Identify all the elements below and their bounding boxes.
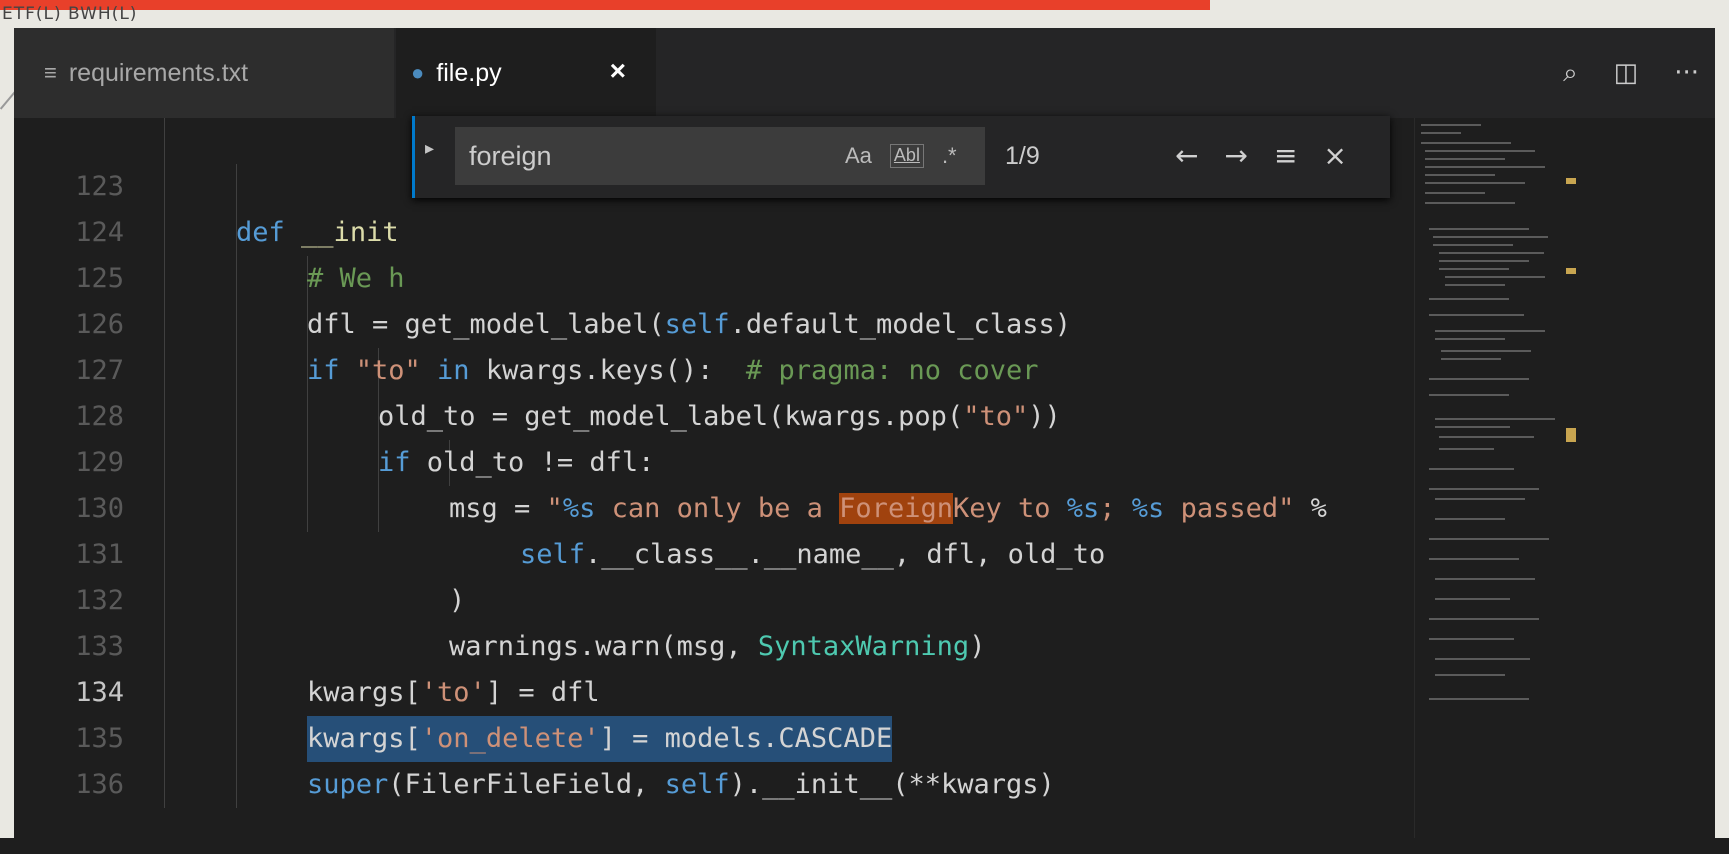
whole-word-toggle[interactable]: Abl	[889, 144, 924, 168]
tab-label: requirements.txt	[68, 58, 249, 87]
tab-requirements[interactable]: ≡ requirements.txt	[14, 28, 394, 118]
open-preview-icon[interactable]: ⌕	[1563, 58, 1578, 89]
red-annotation-line	[0, 0, 1210, 10]
find-options: Aa Abl .*	[845, 127, 957, 185]
match-marker	[1566, 178, 1576, 184]
code-line: 130 self.__class__.__name__, dfl, old_to	[14, 440, 1414, 570]
minimap-line	[1435, 426, 1510, 428]
minimap-line	[1429, 298, 1509, 300]
minimap-line	[1439, 448, 1494, 450]
code-line: 131 )	[14, 486, 1414, 616]
close-find-icon[interactable]: ×	[1323, 127, 1346, 185]
minimap-line	[1429, 228, 1529, 230]
minimap-line	[1429, 638, 1514, 640]
minimap-line	[1421, 124, 1481, 126]
minimap-line	[1439, 268, 1509, 270]
minimap-line	[1425, 182, 1525, 184]
line-number: 136	[75, 769, 124, 800]
code-line: 133 kwargs['to'] = dfl	[14, 578, 1414, 708]
minimap-line	[1435, 578, 1535, 580]
split-editor-icon[interactable]: ◫	[1614, 58, 1639, 88]
minimap-line	[1429, 378, 1529, 380]
minimap-line	[1429, 618, 1539, 620]
previous-match-icon[interactable]: ←	[1175, 127, 1198, 185]
code-line-active: 134 kwargs['on_delete'] = models.CASCADE	[14, 624, 1414, 762]
python-icon: ●	[411, 60, 425, 85]
minimap-line	[1429, 698, 1529, 700]
close-icon[interactable]: ×	[610, 55, 626, 87]
line-text: super(FilerFileField, self).__init__(**k…	[307, 762, 1055, 808]
minimap-line	[1425, 150, 1535, 152]
keyword: self	[664, 769, 730, 800]
tab-bar: ≡ requirements.txt ● file.py × ⌕ ◫ ···	[14, 28, 1715, 118]
code-line: 129 msg = "%s can only be a ForeignKey t…	[14, 394, 1414, 524]
code-line: 132 warnings.warn(msg, SyntaxWarning)	[14, 532, 1414, 662]
minimap-line	[1441, 358, 1501, 360]
match-count: 1/9	[1005, 142, 1040, 170]
left-margin	[0, 28, 19, 838]
keyword: super	[307, 769, 389, 800]
minimap-line	[1439, 436, 1534, 438]
code-line: 135 super(FilerFileField, self).__init__…	[14, 670, 1414, 800]
top-strip-text: ETF(L) BWH(L)	[2, 4, 138, 24]
toggle-replace-icon[interactable]: ▸	[425, 138, 434, 159]
minimap[interactable]	[1414, 118, 1565, 838]
minimap-line	[1435, 658, 1530, 660]
code-line: 126 if "to" in kwargs.keys(): # pragma: …	[14, 256, 1414, 386]
minimap-line	[1429, 314, 1524, 316]
right-margin	[1715, 28, 1729, 838]
minimap-line	[1421, 132, 1461, 134]
tab-label: file.py	[436, 58, 502, 87]
minimap-line	[1435, 518, 1505, 520]
minimap-line	[1435, 330, 1545, 332]
find-in-selection-icon[interactable]: ≡	[1274, 127, 1297, 185]
minimap-line	[1433, 244, 1513, 246]
minimap-line	[1435, 598, 1510, 600]
minimap-line	[1441, 350, 1531, 352]
minimap-line	[1445, 284, 1505, 286]
text-file-icon: ≡	[44, 60, 57, 85]
minimap-line	[1439, 252, 1544, 254]
match-marker	[1566, 268, 1576, 274]
tab-file-py[interactable]: ● file.py ×	[396, 28, 656, 118]
code-line: 128 if old_to != dfl:	[14, 348, 1414, 478]
editor-actions: ⌕ ◫ ···	[1563, 28, 1715, 118]
minimap-line	[1435, 338, 1505, 340]
match-marker	[1566, 428, 1576, 442]
code-line: 127 old_to = get_model_label(kwargs.pop(…	[14, 302, 1414, 432]
minimap-line	[1445, 276, 1545, 278]
match-case-toggle[interactable]: Aa	[845, 127, 872, 185]
token: ).__init__(**kwargs)	[729, 769, 1055, 800]
code-line: 125 dfl = get_model_label(self.default_m…	[14, 210, 1414, 340]
token: (FilerFileField,	[388, 769, 665, 800]
minimap-line	[1433, 236, 1548, 238]
minimap-line	[1435, 418, 1555, 420]
minimap-line	[1421, 142, 1511, 144]
code-line: 136	[14, 716, 1414, 800]
overview-ruler[interactable]	[1566, 118, 1715, 838]
minimap-line	[1429, 488, 1539, 490]
minimap-line	[1435, 498, 1525, 500]
minimap-line	[1435, 674, 1505, 676]
minimap-line	[1425, 158, 1505, 160]
minimap-line	[1429, 394, 1509, 396]
minimap-line	[1425, 174, 1495, 176]
minimap-line	[1429, 538, 1549, 540]
editor: ≡ requirements.txt ● file.py × ⌕ ◫ ··· 1…	[14, 28, 1715, 838]
minimap-line	[1425, 192, 1485, 194]
next-match-icon[interactable]: →	[1224, 127, 1247, 185]
minimap-line	[1429, 558, 1519, 560]
minimap-line	[1425, 166, 1545, 168]
top-strip: ETF(L) BWH(L)	[0, 0, 1729, 28]
more-actions-icon[interactable]: ···	[1674, 58, 1699, 88]
regex-toggle[interactable]: .*	[942, 127, 957, 185]
minimap-line	[1425, 202, 1515, 204]
minimap-line	[1429, 468, 1514, 470]
minimap-line	[1439, 260, 1529, 262]
find-widget: ▸ foreign Aa Abl .* 1/9 ← → ≡ ×	[412, 116, 1390, 198]
find-navigation: ← → ≡ ×	[1175, 127, 1347, 185]
